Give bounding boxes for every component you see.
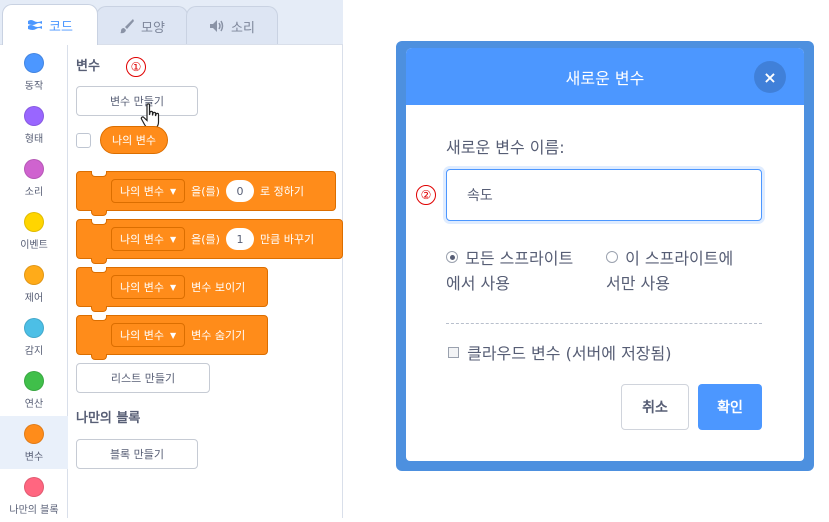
change-value-input[interactable]: 1	[225, 228, 254, 250]
dialog-title: 새로운 변수	[565, 68, 645, 88]
cloud-variable-option[interactable]: 클라우드 변수 (서버에 저장됨)	[448, 340, 671, 364]
my-variable-reporter[interactable]: 나의 변수	[100, 126, 168, 154]
category-events[interactable]: 이벤트	[0, 204, 68, 257]
operators-color-dot	[24, 371, 44, 391]
radio-this-sprite-circle[interactable]	[606, 251, 618, 263]
hide-variable-dropdown[interactable]: 나의 변수 ▼	[111, 323, 186, 347]
my-variable-checkbox[interactable]	[76, 133, 91, 148]
looks-color-dot	[24, 106, 44, 126]
cancel-button[interactable]: 취소	[621, 384, 689, 430]
close-icon: ×	[763, 67, 777, 87]
dialog-divider	[446, 323, 762, 324]
editor-tabs: 코드 모양 소리	[0, 0, 343, 45]
make-list-button[interactable]: 리스트 만들기	[76, 363, 210, 393]
block-palette: 변수 ① 변수 만들기 나의 변수 나의 변수 ▼ 을(를) 0 로 정하기 나…	[68, 44, 343, 518]
category-my-blocks-label: 나만의 블록	[9, 505, 59, 516]
radio-this-sprite[interactable]: 이 스프라이트에 서만 사용	[606, 246, 733, 296]
category-variables[interactable]: 변수	[0, 416, 68, 469]
make-variable-button[interactable]: 변수 만들기	[76, 86, 198, 116]
tab-costumes-label: 모양	[141, 20, 165, 36]
variable-name-label: 새로운 변수 이름:	[446, 138, 565, 157]
code-icon	[27, 19, 43, 31]
category-variables-label: 변수	[24, 452, 44, 463]
category-sound-label: 소리	[24, 187, 44, 198]
events-color-dot	[24, 212, 44, 232]
tab-sounds-label: 소리	[231, 20, 255, 36]
variables-color-dot	[24, 424, 44, 444]
tab-code-label: 코드	[49, 19, 73, 35]
sound-color-dot	[24, 159, 44, 179]
category-motion[interactable]: 동작	[0, 45, 68, 98]
radio-all-sprites-circle[interactable]	[446, 251, 458, 263]
set-value-input[interactable]: 0	[225, 180, 254, 202]
category-looks-label: 형태	[24, 134, 44, 145]
dropdown-arrow-icon: ▼	[169, 282, 177, 292]
dropdown-arrow-icon: ▼	[169, 186, 177, 196]
category-sensing[interactable]: 감지	[0, 310, 68, 363]
category-looks[interactable]: 형태	[0, 98, 68, 151]
category-events-label: 이벤트	[20, 240, 48, 251]
category-motion-label: 동작	[24, 81, 44, 92]
show-variable-block[interactable]: 나의 변수 ▼ 변수 보이기	[76, 267, 268, 312]
tab-sounds[interactable]: 소리	[186, 6, 278, 45]
speaker-icon	[209, 19, 225, 33]
close-button[interactable]: ×	[754, 61, 786, 93]
change-variable-dropdown[interactable]: 나의 변수 ▼	[111, 227, 186, 251]
control-color-dot	[24, 265, 44, 285]
step-1-marker: ①	[126, 57, 146, 77]
category-menu: 동작 형태 소리 이벤트 제어 감지 연산 변수 나만의 블록	[0, 44, 68, 518]
tab-code[interactable]: 코드	[2, 4, 98, 45]
new-variable-dialog: 새로운 변수 × 새로운 변수 이름: 모든 스프라이트 에서 사용 이 스프라…	[406, 48, 804, 461]
category-control-label: 제어	[24, 293, 44, 304]
set-variable-block[interactable]: 나의 변수 ▼ 을(를) 0 로 정하기	[76, 171, 336, 216]
category-operators-label: 연산	[24, 399, 44, 410]
cloud-variable-checkbox[interactable]	[448, 347, 459, 358]
variable-name-input[interactable]	[446, 169, 762, 221]
ok-button[interactable]: 확인	[698, 384, 762, 430]
category-control[interactable]: 제어	[0, 257, 68, 310]
dropdown-arrow-icon: ▼	[169, 330, 177, 340]
tab-costumes[interactable]: 모양	[96, 6, 188, 45]
category-my-blocks[interactable]: 나만의 블록	[0, 469, 68, 522]
category-sensing-label: 감지	[24, 346, 44, 357]
my-blocks-heading: 나만의 블록	[76, 411, 141, 426]
category-operators[interactable]: 연산	[0, 363, 68, 416]
show-variable-dropdown[interactable]: 나의 변수 ▼	[111, 275, 186, 299]
dropdown-arrow-icon: ▼	[169, 234, 177, 244]
set-variable-dropdown[interactable]: 나의 변수 ▼	[111, 179, 186, 203]
motion-color-dot	[24, 53, 44, 73]
change-variable-block[interactable]: 나의 변수 ▼ 을(를) 1 만큼 바꾸기	[76, 219, 343, 264]
step-2-marker: ②	[416, 185, 436, 205]
sensing-color-dot	[24, 318, 44, 338]
make-block-button[interactable]: 블록 만들기	[76, 439, 198, 469]
hide-variable-block[interactable]: 나의 변수 ▼ 변수 숨기기	[76, 315, 268, 360]
category-sound[interactable]: 소리	[0, 151, 68, 204]
variables-heading: 변수	[76, 59, 100, 74]
my-blocks-color-dot	[24, 477, 44, 497]
dialog-header: 새로운 변수 ×	[406, 48, 804, 105]
brush-icon	[119, 18, 135, 34]
radio-all-sprites[interactable]: 모든 스프라이트 에서 사용	[446, 246, 573, 296]
